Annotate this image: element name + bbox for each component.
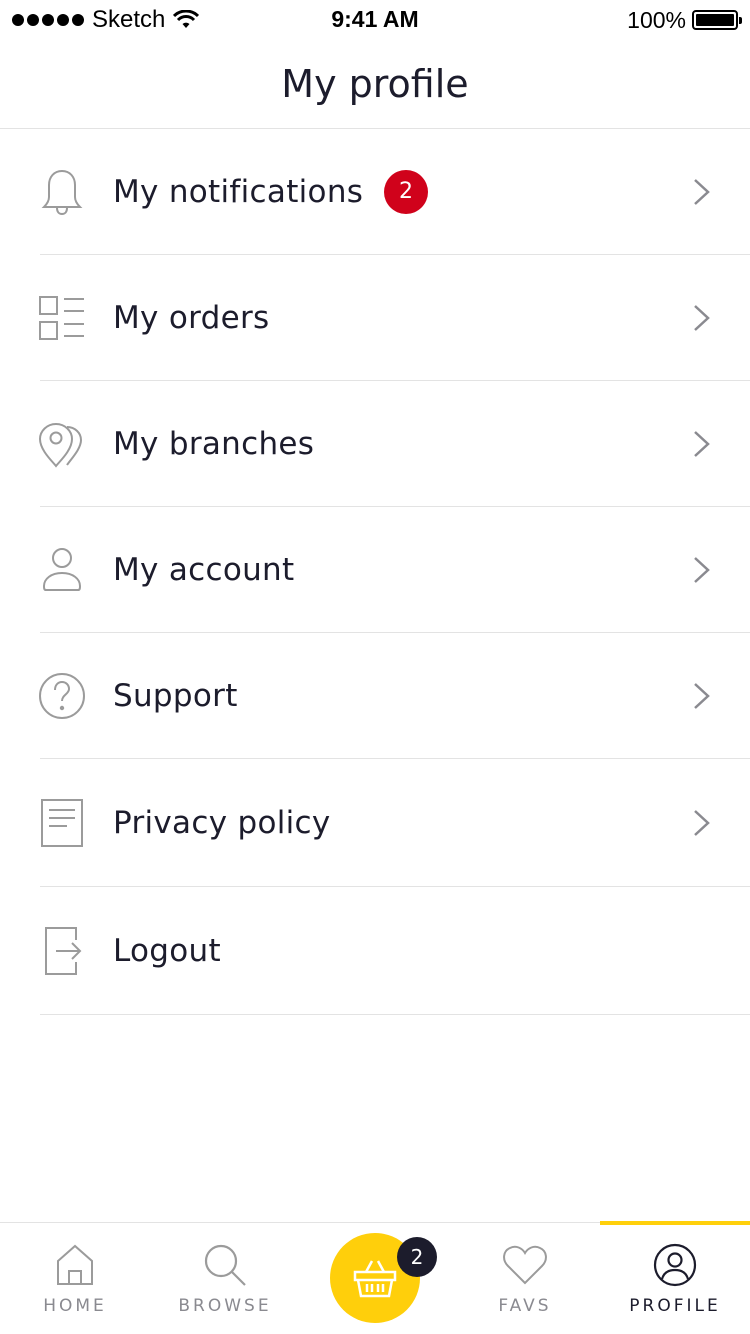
chevron-right-icon xyxy=(694,430,710,457)
tab-label: FAVS xyxy=(498,1296,552,1316)
menu-item-logout[interactable]: Logout xyxy=(40,887,750,1015)
menu-item-orders[interactable]: My orders xyxy=(39,255,750,381)
search-icon xyxy=(201,1241,249,1289)
tab-label: PROFILE xyxy=(629,1296,721,1316)
question-icon xyxy=(36,670,88,722)
list-icon xyxy=(36,292,88,344)
menu-item-privacy-policy[interactable]: Privacy policy xyxy=(40,759,750,887)
menu-item-notifications[interactable]: My notifications 2 xyxy=(40,129,750,255)
tab-home[interactable]: HOME xyxy=(0,1223,150,1334)
bell-icon xyxy=(36,166,88,218)
tab-profile[interactable]: PROFILE xyxy=(600,1221,750,1334)
notification-badge: 2 xyxy=(384,169,428,214)
tab-browse[interactable]: BROWSE xyxy=(150,1223,300,1334)
tab-label: BROWSE xyxy=(178,1296,272,1316)
menu-item-label: My branches xyxy=(113,425,315,462)
chevron-right-icon xyxy=(694,809,710,836)
tab-bar: HOME BROWSE 2 FAVS PROFILE xyxy=(0,1221,750,1334)
menu-item-branches[interactable]: My branches xyxy=(38,381,750,507)
profile-icon xyxy=(651,1241,699,1289)
battery-icon xyxy=(692,10,742,30)
battery-percentage: 100% xyxy=(627,6,686,33)
status-right: 100% xyxy=(627,6,742,34)
logout-icon xyxy=(36,925,88,977)
menu-item-label: My notifications xyxy=(113,173,364,210)
heart-icon xyxy=(501,1241,549,1289)
header: My profile xyxy=(0,40,750,129)
document-icon xyxy=(36,797,88,849)
user-icon xyxy=(36,544,88,596)
active-tab-indicator xyxy=(600,1221,750,1225)
menu-item-label: Logout xyxy=(113,932,221,969)
chevron-right-icon xyxy=(694,304,710,331)
tab-label: HOME xyxy=(43,1296,107,1316)
status-bar: Sketch 9:41 AM 100% xyxy=(0,0,750,40)
menu-item-support[interactable]: Support xyxy=(39,633,750,759)
home-icon xyxy=(51,1241,99,1289)
menu-item-label: Privacy policy xyxy=(113,804,331,841)
menu-item-label: Support xyxy=(113,677,238,714)
basket-count-badge: 2 xyxy=(397,1237,437,1277)
menu-item-label: My orders xyxy=(113,299,270,336)
menu-item-account[interactable]: My account xyxy=(40,507,750,633)
tab-favs[interactable]: FAVS xyxy=(450,1223,600,1334)
chevron-right-icon xyxy=(694,178,710,205)
menu-item-label: My account xyxy=(113,551,295,588)
chevron-right-icon xyxy=(694,556,710,583)
profile-menu: My notifications 2 My orders My branches… xyxy=(0,129,750,1015)
page-title: My profile xyxy=(281,62,469,106)
basket-icon xyxy=(353,1260,397,1298)
location-pins-icon xyxy=(36,418,88,470)
chevron-right-icon xyxy=(694,682,710,709)
